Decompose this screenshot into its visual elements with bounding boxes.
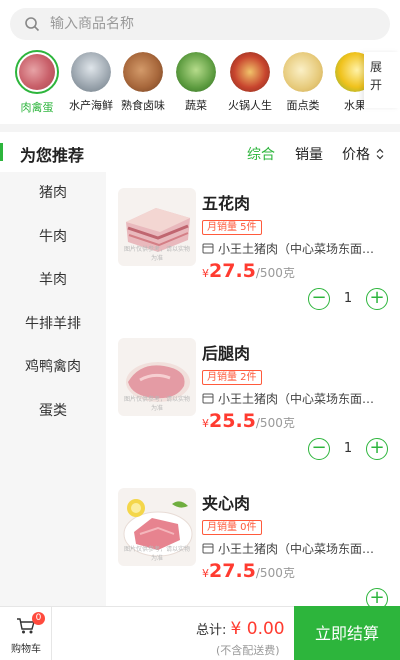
subcategory-beef[interactable]: 牛肉 [0, 216, 106, 260]
total-label: 总计: [196, 623, 227, 638]
cart-label: 购物车 [11, 644, 41, 655]
shop-name[interactable]: 小王土猪肉（中心菜场东面… [202, 240, 374, 257]
decrease-button[interactable]: − [308, 288, 330, 310]
cart-count-badge: 0 [32, 612, 45, 625]
decrease-button[interactable]: − [308, 438, 330, 460]
quantity-stepper: − 1 + [308, 438, 388, 460]
delivery-note: (不含配送费) [216, 644, 280, 657]
sort-sales[interactable]: 销量 [295, 144, 323, 164]
subcategory-poultry[interactable]: 鸡鸭禽肉 [0, 346, 106, 390]
currency-symbol: ¥ [202, 267, 209, 280]
category-vegetables[interactable]: 蔬菜 [167, 48, 225, 113]
total-amount: ¥ 0.00 [230, 619, 285, 639]
category-label: 肉禽蛋 [20, 101, 54, 114]
product-image: 图片仅供参考，请以实物为准 [118, 188, 196, 266]
category-deli[interactable]: 熟食卤味 [114, 48, 172, 113]
category-image-pastry [283, 52, 323, 92]
recommend-header: 为您推荐 综合 销量 价格 [0, 132, 400, 172]
recommend-title: 为您推荐 [20, 146, 85, 165]
monthly-sales-badge: 月销量 0件 [202, 520, 262, 535]
subcategory-eggs[interactable]: 蛋类 [0, 390, 106, 434]
category-label: 水产海鲜 [69, 99, 113, 112]
category-image-vegetables [176, 52, 216, 92]
checkout-button[interactable]: 立即结算 [294, 606, 400, 660]
category-image-hotpot [230, 52, 270, 92]
shop-name-text: 小王土猪肉（中心菜场东面… [218, 392, 375, 406]
product-image: 图片仅供参考，请以实物为准 [118, 488, 196, 566]
category-image-fruit [335, 52, 364, 92]
shop-name-text: 小王土猪肉（中心菜场东面… [218, 542, 375, 556]
product-image: 图片仅供参考，请以实物为准 [118, 338, 196, 416]
currency-symbol: ¥ [202, 567, 209, 580]
image-watermark: 图片仅供参考，请以实物为准 [123, 396, 190, 412]
category-strip: 肉禽蛋 水产海鲜 熟食卤味 蔬菜 火锅人生 面点类 水果 [0, 48, 364, 118]
cart-button[interactable]: 0 购物车 [0, 607, 52, 660]
subcategory-steak-lamb-chops[interactable]: 牛排羊排 [0, 303, 106, 347]
quantity-value: 1 [343, 291, 353, 306]
category-label: 熟食卤味 [121, 99, 165, 112]
bottom-bar: 0 购物车 总计: ¥ 0.00 (不含配送费) 立即结算 [0, 606, 400, 660]
increase-button[interactable]: + [366, 288, 388, 310]
product-card[interactable]: 图片仅供参考，请以实物为准 五花肉 月销量 5件 小王土猪肉（中心菜场东面… ¥… [106, 172, 400, 322]
increase-button[interactable]: + [366, 438, 388, 460]
sort-price[interactable]: 价格 [342, 144, 384, 164]
category-image-seafood [71, 52, 111, 92]
product-card[interactable]: 图片仅供参考，请以实物为准 后腿肉 月销量 2件 小王土猪肉（中心菜场东面… ¥… [106, 322, 400, 472]
category-seafood[interactable]: 水产海鲜 [62, 48, 120, 113]
sort-arrows-icon [377, 148, 384, 160]
category-label: 水果 [344, 99, 364, 112]
subcategory-nav: 猪肉 牛肉 羊肉 牛排羊排 鸡鸭禽肉 蛋类 [0, 172, 106, 606]
total-summary: 总计: ¥ 0.00 [196, 619, 285, 639]
subcategory-lamb[interactable]: 羊肉 [0, 259, 106, 303]
category-pastry[interactable]: 面点类 [274, 48, 332, 113]
category-label: 火锅人生 [228, 99, 272, 112]
category-label: 蔬菜 [185, 99, 207, 112]
category-meat-eggs[interactable]: 肉禽蛋 [8, 48, 66, 115]
quantity-stepper: − 1 + [308, 288, 388, 310]
category-label: 面点类 [286, 99, 320, 112]
expand-label: 展开 [370, 60, 383, 92]
section-accent-bar [0, 143, 3, 161]
product-name: 五花肉 [202, 194, 251, 213]
price-unit: /500克 [255, 566, 295, 580]
sort-general[interactable]: 综合 [247, 144, 275, 164]
quantity-value: 1 [343, 441, 353, 456]
shop-icon [202, 543, 214, 554]
shop-name-text: 小王土猪肉（中心菜场东面… [218, 242, 375, 256]
price-value: 27.5 [209, 260, 256, 282]
monthly-sales-badge: 月销量 2件 [202, 370, 262, 385]
image-watermark: 图片仅供参考，请以实物为准 [123, 246, 190, 262]
currency-symbol: ¥ [202, 417, 209, 430]
search-input[interactable] [50, 16, 350, 32]
price-unit: /500克 [255, 416, 295, 430]
shop-icon [202, 393, 214, 404]
expand-button[interactable]: 展开 [364, 52, 400, 108]
product-name: 后腿肉 [202, 344, 251, 363]
category-hotpot[interactable]: 火锅人生 [221, 48, 279, 113]
search-bar[interactable] [10, 8, 390, 40]
category-fruit[interactable]: 水果 [326, 48, 364, 113]
shop-icon [202, 243, 214, 254]
price-value: 25.5 [209, 410, 256, 432]
shop-name[interactable]: 小王土猪肉（中心菜场东面… [202, 540, 374, 557]
product-price: ¥27.5/500克 [202, 260, 295, 282]
monthly-sales-badge: 月销量 5件 [202, 220, 262, 235]
product-card[interactable]: 图片仅供参考，请以实物为准 夹心肉 月销量 0件 小王土猪肉（中心菜场东面… ¥… [106, 472, 400, 622]
image-watermark: 图片仅供参考，请以实物为准 [123, 546, 190, 562]
product-price: ¥25.5/500克 [202, 410, 295, 432]
category-image-meat [15, 50, 59, 94]
product-name: 夹心肉 [202, 494, 251, 513]
product-price: ¥27.5/500克 [202, 560, 295, 582]
price-value: 27.5 [209, 560, 256, 582]
category-image-deli [123, 52, 163, 92]
shop-name[interactable]: 小王土猪肉（中心菜场东面… [202, 390, 374, 407]
subcategory-pork[interactable]: 猪肉 [0, 172, 106, 216]
price-unit: /500克 [255, 266, 295, 280]
section-divider [0, 124, 400, 132]
sort-price-label: 价格 [342, 147, 370, 163]
search-icon [25, 17, 40, 32]
